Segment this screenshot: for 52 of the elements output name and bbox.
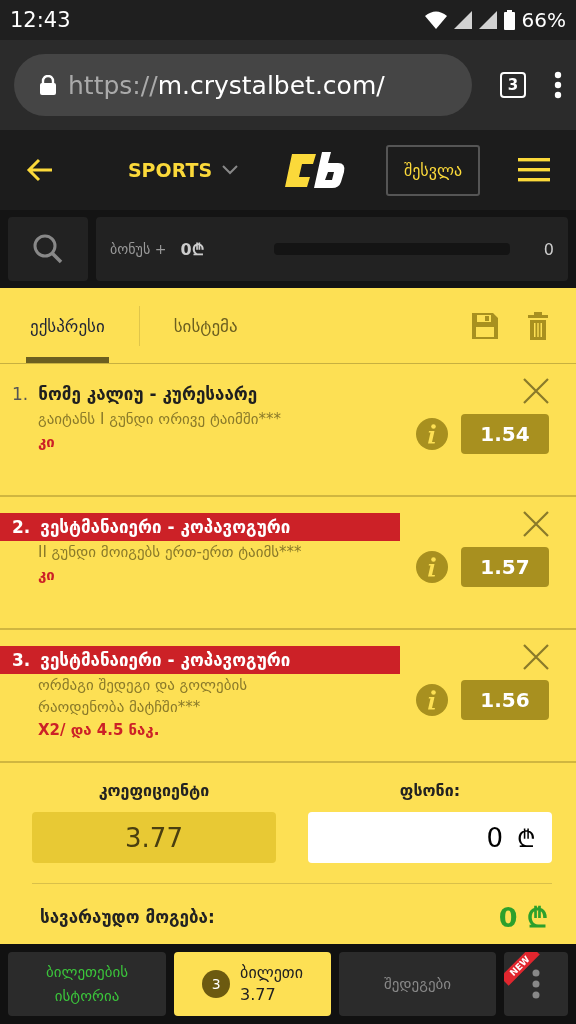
more-icon [532, 969, 540, 999]
close-icon[interactable] [523, 378, 549, 404]
stake-label: ფსონი: [399, 781, 461, 800]
search-icon [32, 233, 64, 265]
close-icon[interactable] [523, 511, 549, 537]
battery-level: 66% [521, 8, 566, 32]
close-icon[interactable] [523, 644, 549, 670]
address-bar[interactable]: https://m.crystalbet.com/ [14, 54, 472, 116]
status-time: 12:43 [10, 8, 71, 32]
possible-win-value: 0 ₾ [498, 901, 548, 935]
market-text: II გუნდი მოიგებს ერთ-ერთ ტაიმს*** [37, 542, 303, 563]
wifi-icon [424, 11, 447, 29]
battery-icon [503, 10, 515, 30]
signal-icon [478, 11, 497, 29]
pick-text: კი [37, 432, 55, 453]
search-button[interactable] [8, 217, 88, 281]
results-button[interactable]: შედეგები [339, 952, 496, 1016]
stake-input-field[interactable]: 0 ₾ [308, 812, 552, 863]
sports-dropdown[interactable]: SPORTS [121, 158, 245, 182]
ticket-odds: 3.77 [240, 984, 276, 1006]
ticket-label: ბილეთი [240, 962, 303, 984]
bonus-amount: 0₾ [180, 239, 205, 260]
info-icon[interactable] [416, 684, 448, 716]
trash-icon[interactable] [528, 311, 548, 340]
market-text: გაიტანს I გუნდი ორივე ტაიმში*** [37, 409, 282, 430]
coefficient-value: 3.77 [32, 812, 276, 863]
more-icon[interactable] [554, 71, 562, 99]
bet-type-tab[interactable]: სისტემა [169, 288, 242, 363]
menu-icon[interactable] [518, 158, 550, 182]
pick-text: კი [37, 565, 55, 586]
chevron-icon [222, 165, 239, 175]
market-text: ორმაგი შედეგი და გოლების რაოდენობა მატჩში*** [37, 675, 249, 718]
save-icon[interactable] [472, 312, 498, 339]
info-icon[interactable] [416, 418, 448, 450]
signal-icon [453, 11, 472, 29]
pick-text: X2/ და 4.5 ნაკ. [37, 720, 160, 741]
login-button[interactable]: შესვლა [385, 144, 481, 196]
match-title: 1. ნომე კალიუ - კურესაარე [11, 383, 259, 406]
match-title-banner: 2. ვესტმანაიერი - კოპავოგური [0, 513, 400, 541]
lock-icon [40, 75, 56, 95]
tab-count-button[interactable]: 3 [500, 72, 526, 98]
back-arrow-icon[interactable] [26, 158, 54, 182]
ticket-history-button[interactable]: ბილეთების ისტორია [8, 952, 166, 1016]
ticket-button[interactable]: 3 ბილეთი 3.77 [174, 952, 331, 1016]
match-title-banner: 3. ვესტმანაიერი - კოპავოგური [0, 646, 400, 674]
possible-win-label: სავარაუდო მოგება: [40, 906, 215, 927]
coefficient-label: კოეფიციენტი [98, 781, 210, 800]
bonus-count: 0 [543, 239, 554, 259]
bonus-label: ბონუს + [110, 241, 167, 257]
bet-type-tab[interactable]: ექსპრესი [26, 288, 109, 363]
info-icon[interactable] [416, 551, 448, 583]
ticket-count-badge: 3 [202, 970, 231, 998]
